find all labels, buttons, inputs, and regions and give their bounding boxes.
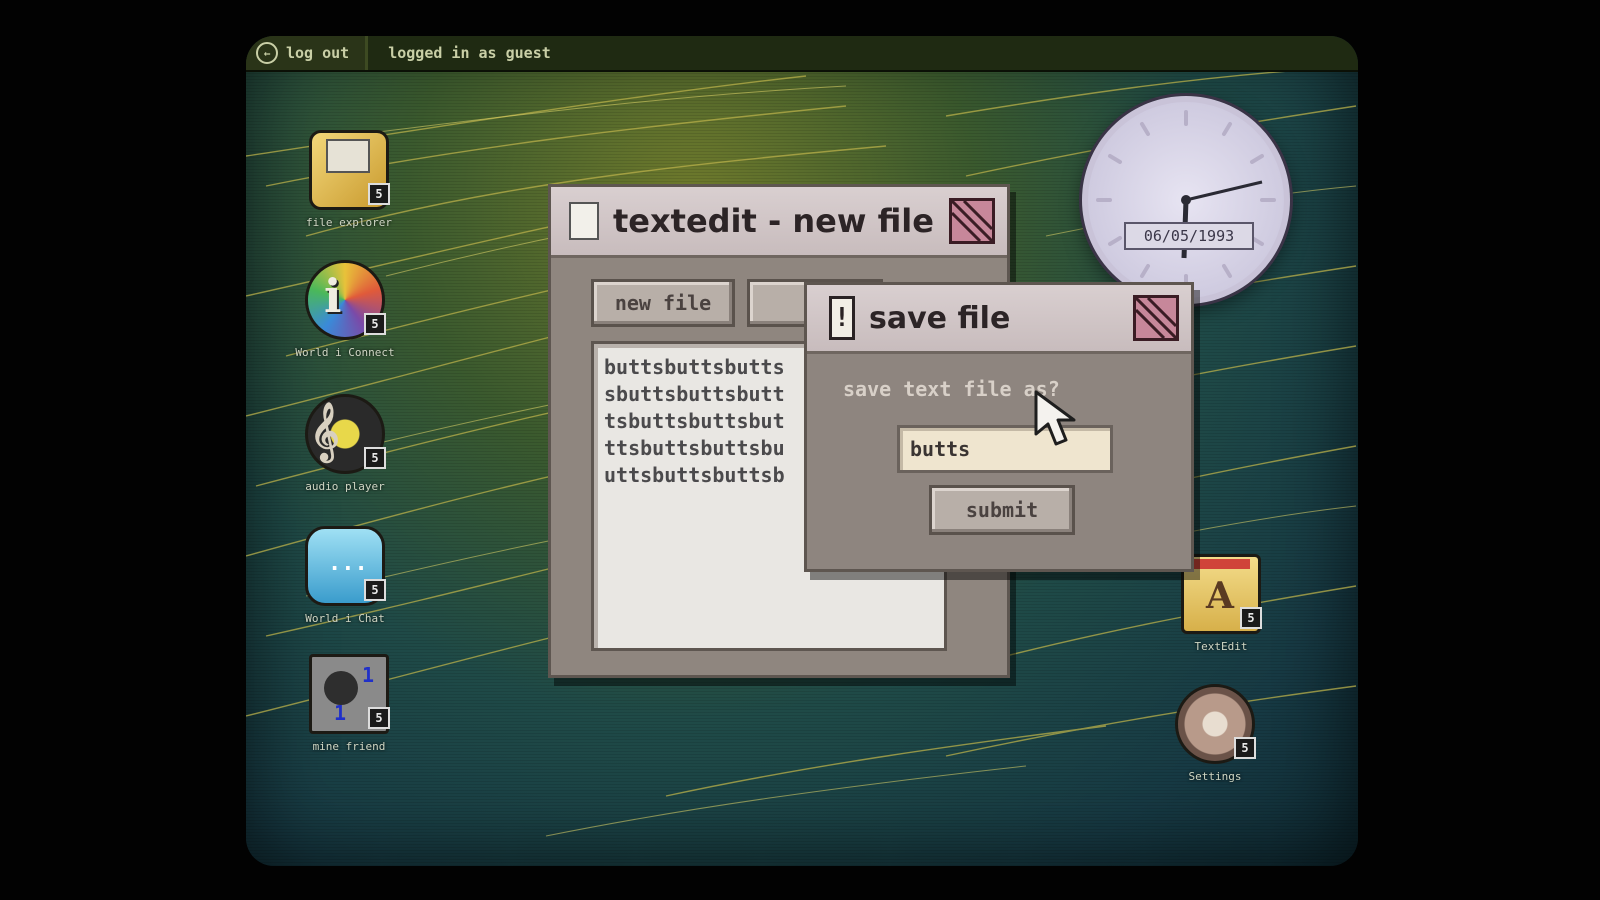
- logout-icon: ←: [256, 42, 278, 64]
- chat-bubble-icon: ··· 5: [305, 526, 386, 606]
- gear-icon: 5: [1175, 684, 1256, 764]
- badge: 5: [1234, 737, 1256, 759]
- icon-label: file explorer: [305, 216, 393, 229]
- new-file-button[interactable]: new file: [591, 279, 735, 327]
- mine-icon: 1 1 5: [309, 654, 390, 734]
- badge: 5: [364, 447, 386, 469]
- badge: 5: [364, 579, 386, 601]
- badge: 5: [368, 707, 390, 729]
- icon-label: World i Connect: [295, 346, 395, 359]
- date-display: 06/05/1993: [1124, 222, 1254, 250]
- analog-clock: 06/05/1993: [1082, 96, 1290, 304]
- top-bar: ← log out logged in as guest: [246, 36, 1358, 72]
- dialog-titlebar[interactable]: ! save file: [807, 285, 1191, 354]
- dialog-close-button[interactable]: [1133, 295, 1179, 341]
- icon-label: mine friend: [312, 740, 386, 753]
- dialog-title: save file: [869, 300, 1011, 336]
- desktop-icon-world-i-connect[interactable]: i 5 World i Connect: [290, 260, 400, 360]
- icon-label: audio player: [305, 480, 385, 493]
- close-icon: [1136, 298, 1176, 338]
- desktop-icon-settings[interactable]: 5 Settings: [1160, 684, 1270, 784]
- login-status: logged in as guest: [388, 44, 551, 62]
- icon-label: TextEdit: [1194, 640, 1248, 653]
- icon-label: World i Chat: [305, 612, 385, 625]
- globe-icon: i 5: [305, 260, 386, 340]
- icon-label: Settings: [1188, 770, 1242, 783]
- clock-face: [1096, 110, 1276, 290]
- desktop-icon-world-i-chat[interactable]: ··· 5 World i Chat: [290, 526, 400, 626]
- folder-icon: 5: [309, 130, 390, 210]
- close-icon: [952, 201, 992, 241]
- window-title: textedit - new file: [613, 202, 934, 240]
- document-icon: [569, 202, 599, 240]
- music-disc-icon: 𝄞 5: [305, 394, 386, 474]
- badge: 5: [368, 183, 390, 205]
- textedit-titlebar[interactable]: textedit - new file: [551, 187, 1007, 258]
- desktop-icon-file-explorer[interactable]: 5 file explorer: [294, 130, 404, 230]
- logout-button[interactable]: ← log out: [246, 36, 369, 70]
- crt-screen: ← log out logged in as guest 5 file expl…: [246, 36, 1358, 866]
- close-button[interactable]: [949, 198, 995, 244]
- desktop-icon-audio-player[interactable]: 𝄞 5 audio player: [290, 394, 400, 494]
- desktop-icon-mine-friend[interactable]: 1 1 5 mine friend: [294, 654, 404, 754]
- badge: 5: [1240, 607, 1262, 629]
- badge: 5: [364, 313, 386, 335]
- logout-label: log out: [286, 44, 350, 62]
- save-file-dialog: ! save file save text file as? butts sub…: [804, 282, 1194, 572]
- warning-icon: !: [829, 296, 855, 340]
- submit-button[interactable]: submit: [929, 485, 1075, 535]
- dialog-prompt: save text file as?: [843, 377, 1060, 401]
- mouse-cursor: [1034, 390, 1076, 446]
